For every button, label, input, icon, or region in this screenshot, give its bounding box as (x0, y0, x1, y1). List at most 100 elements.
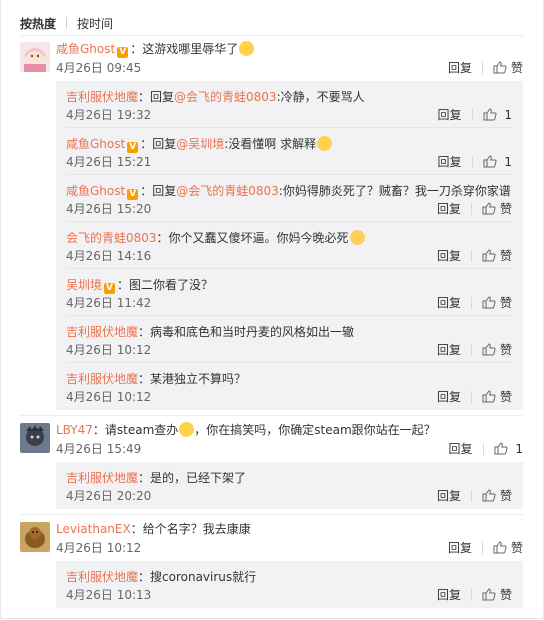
like-button[interactable]: 赞 (482, 341, 512, 358)
like-button[interactable]: 1 (483, 108, 512, 122)
reply-button[interactable]: 回复 (437, 586, 461, 603)
avatar[interactable] (20, 423, 50, 453)
reply-username[interactable]: 吉利服伏地魔 (66, 471, 138, 485)
comment-actions: 回复 1 (449, 440, 523, 457)
reply-username[interactable]: 吴圳境 (66, 278, 102, 292)
reply-time: 4月26日 15:20 (66, 202, 152, 216)
divider (66, 362, 513, 363)
reply-username[interactable]: 咸鱼Ghost (66, 184, 125, 198)
divider (20, 415, 524, 416)
tab-by-time[interactable]: 按时间 (77, 15, 113, 32)
reply-button[interactable]: 回复 (437, 388, 461, 405)
like-count: 赞 (499, 202, 512, 216)
reply-button[interactable]: 回复 (437, 200, 461, 217)
reply-button[interactable]: 回复 (448, 539, 472, 556)
reply-button[interactable]: 回复 (438, 106, 462, 123)
action-divider (470, 343, 472, 356)
like-count: 赞 (499, 249, 512, 263)
reply-time: 4月26日 20:20 (66, 489, 152, 503)
reply-time: 4月26日 11:42 (66, 296, 152, 310)
thumbs-up-icon (482, 390, 496, 403)
like-count: 赞 (499, 489, 512, 503)
reply-button[interactable]: 回复 (448, 59, 472, 76)
vip-badge: V (104, 283, 116, 294)
reply-username[interactable]: 会飞的青蛙0803 (66, 231, 157, 245)
mention-link[interactable]: @吴圳境 (176, 137, 224, 151)
like-button[interactable]: 赞 (493, 59, 523, 76)
like-button[interactable]: 赞 (482, 487, 512, 504)
reply-content: 吉利服伏地魔：回复@会飞的青蛙0803:冷静，不要骂人 (66, 88, 365, 105)
reply-actions: 回复 赞 (437, 487, 512, 504)
divider (20, 35, 524, 36)
like-button[interactable]: 赞 (482, 200, 512, 217)
thumbs-up-icon (483, 108, 497, 121)
comment-username[interactable]: 咸鱼Ghost (56, 42, 115, 56)
reply-time: 4月26日 10:12 (66, 390, 152, 404)
action-divider (470, 202, 472, 215)
reply-username[interactable]: 吉利服伏地魔 (66, 570, 138, 584)
like-count: 赞 (510, 61, 523, 75)
like-button[interactable]: 1 (483, 155, 512, 169)
reply-text: ：搜coronavirus就行 (138, 570, 257, 584)
reply-button[interactable]: 回复 (437, 487, 461, 504)
action-divider (471, 155, 473, 168)
comment-actions: 回复 赞 (448, 59, 523, 76)
reply-time: 4月26日 10:12 (66, 343, 152, 357)
reply-actions: 回复 赞 (437, 294, 512, 311)
reply-text: ：某港独立不算吗？ (138, 372, 247, 386)
reply-button[interactable]: 回复 (449, 440, 473, 457)
like-button[interactable]: 赞 (482, 586, 512, 603)
reply-time: 4月26日 10:13 (66, 588, 152, 602)
like-button[interactable]: 赞 (493, 539, 523, 556)
action-divider (481, 541, 483, 554)
comment-username[interactable]: LBY47 (56, 423, 93, 437)
divider (66, 315, 513, 316)
mention-link[interactable]: @会飞的青蛙0803 (176, 184, 279, 198)
comment-text: ：这游戏哪里辱华了 (130, 42, 239, 56)
thumbs-up-icon (482, 489, 496, 502)
reply-content: 会飞的青蛙0803：你个又蠢又傻坏逼。你妈今晚必死 (66, 229, 365, 246)
reply-button[interactable]: 回复 (437, 247, 461, 264)
comment-username[interactable]: LeviathanEX (56, 522, 131, 536)
reply-button[interactable]: 回复 (437, 341, 461, 358)
like-button[interactable]: 1 (494, 442, 523, 456)
reply-username[interactable]: 咸鱼Ghost (66, 137, 125, 151)
divider (66, 268, 513, 269)
reply-content: 吉利服伏地魔：某港独立不算吗？ (66, 370, 246, 387)
like-button[interactable]: 赞 (482, 388, 512, 405)
like-button[interactable]: 赞 (482, 294, 512, 311)
action-divider (482, 442, 484, 455)
reply-button[interactable]: 回复 (438, 153, 462, 170)
sort-tabs: 按热度 按时间 (20, 14, 113, 32)
reply-text: :冷静，不要骂人 (276, 90, 365, 104)
like-count: 赞 (510, 541, 523, 555)
reply-username[interactable]: 吉利服伏地魔 (66, 372, 138, 386)
emoji-icon (349, 230, 365, 245)
divider (66, 127, 513, 128)
comment-text: ：请steam查办 (92, 423, 179, 437)
reply-actions: 回复 1 (438, 106, 512, 123)
reply-prefix: ：回复 (140, 184, 177, 198)
comment-time: 4月26日 15:49 (56, 442, 142, 456)
avatar[interactable] (20, 42, 50, 72)
reply-content: 吉利服伏地魔：搜coronavirus就行 (66, 568, 256, 585)
reply-text: ：你个又蠢又傻坏逼。你妈今晚必死 (156, 231, 349, 245)
reply-text: ：病毒和底色和当时丹麦的风格如出一辙 (138, 325, 355, 339)
tab-by-hot[interactable]: 按热度 (20, 15, 56, 32)
avatar[interactable] (20, 522, 50, 552)
emoji-icon (179, 422, 195, 437)
mention-link[interactable]: @会飞的青蛙0803 (174, 90, 277, 104)
reply-actions: 回复 赞 (437, 247, 512, 264)
reply-prefix: ：回复 (140, 137, 177, 151)
thumbs-up-icon (494, 442, 508, 455)
reply-content: 咸鱼Ghost V ：回复@会飞的青蛙0803:你妈得肺炎死了？贼畜？我一刀杀穿你家… (66, 182, 511, 200)
like-button[interactable]: 赞 (482, 247, 512, 264)
thumbs-up-icon (482, 588, 496, 601)
reply-button[interactable]: 回复 (437, 294, 461, 311)
action-divider (470, 489, 472, 502)
action-divider (470, 249, 472, 262)
reply-actions: 回复 赞 (437, 586, 512, 603)
comment-actions: 回复 赞 (448, 539, 523, 556)
reply-username[interactable]: 吉利服伏地魔 (66, 325, 138, 339)
reply-username[interactable]: 吉利服伏地魔 (66, 90, 138, 104)
